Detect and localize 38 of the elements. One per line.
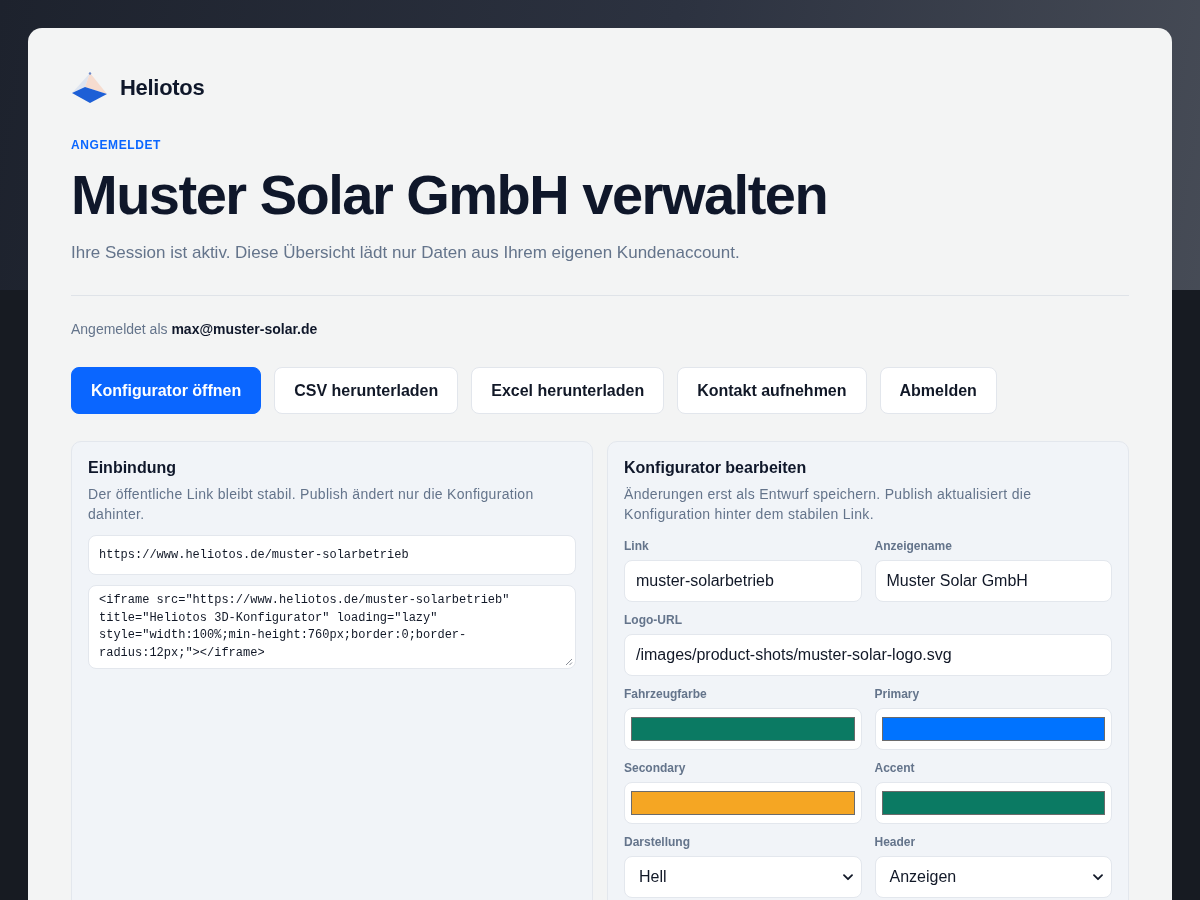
pyramid-logo-icon xyxy=(71,72,108,104)
field-label: Link xyxy=(624,538,649,554)
action-button[interactable]: Kontakt aufnehmen xyxy=(677,367,867,414)
signed-in-text: Angemeldet als max@muster-solar.de xyxy=(71,320,319,338)
action-button[interactable]: Abmelden xyxy=(879,367,997,414)
field-label: Primary xyxy=(874,686,920,702)
text-field[interactable]: Muster Solar GmbH xyxy=(874,560,1112,602)
color-picker-field[interactable] xyxy=(624,782,862,824)
brand-name: Heliotos xyxy=(120,75,205,101)
embed-code-field[interactable]: <iframe src="https://www.heliotos.de/muster-solarbetrieb" title="Heliotos 3D-Konfigurator" loading="lazy" style="width:100%;min-height:760px;border:0;border-radius:12px;"></iframe> xyxy=(88,585,576,669)
panel-description: Der öffentliche Link bleibt stabil. Publish ändert nur die Konfiguration dahinter. xyxy=(88,485,535,524)
field-label: Logo-URL xyxy=(624,612,682,628)
page-title: Muster Solar GmbH verwalten xyxy=(71,162,829,228)
field-label: Fahrzeugfarbe xyxy=(624,686,707,702)
field-label: Anzeigename xyxy=(874,538,952,554)
status-eyebrow: ANGEMELDET xyxy=(71,137,162,153)
field-label: Accent xyxy=(874,760,915,776)
chevron-down-icon xyxy=(842,873,853,881)
action-button[interactable]: CSV herunterladen xyxy=(274,367,459,414)
field-label: Secondary xyxy=(624,760,686,776)
color-picker-field[interactable] xyxy=(874,782,1112,824)
action-button[interactable]: Excel herunterladen xyxy=(471,367,665,414)
resize-grip-icon[interactable] xyxy=(565,658,573,666)
public-link-field[interactable]: https://www.heliotos.de/muster-solarbetrieb xyxy=(88,535,576,575)
panel-description: Änderungen erst als Entwurf speichern. Publish aktualisiert die Konfiguration hinter dem stabilen Link. xyxy=(624,485,1033,524)
field-label: Header xyxy=(874,834,916,850)
field-label: Darstellung xyxy=(624,834,690,850)
select-field[interactable]: Hell xyxy=(624,856,862,898)
panel-title: Konfigurator bearbeiten xyxy=(624,458,808,478)
color-picker-field[interactable] xyxy=(874,708,1112,750)
chevron-down-icon xyxy=(1093,873,1103,881)
panel-title: Einbindung xyxy=(88,458,177,478)
page-subtitle: Ihre Session ist aktiv. Diese Übersicht lädt nur Daten aus Ihrem eigenen Kundenaccount. xyxy=(71,242,741,264)
select-field[interactable]: Anzeigen xyxy=(874,856,1112,898)
color-picker-field[interactable] xyxy=(624,708,862,750)
text-field[interactable]: /images/product-shots/muster-solar-logo.svg xyxy=(624,634,1112,676)
text-field[interactable]: muster-solarbetrieb xyxy=(624,560,862,602)
action-button[interactable]: Konfigurator öffnen xyxy=(71,367,262,414)
